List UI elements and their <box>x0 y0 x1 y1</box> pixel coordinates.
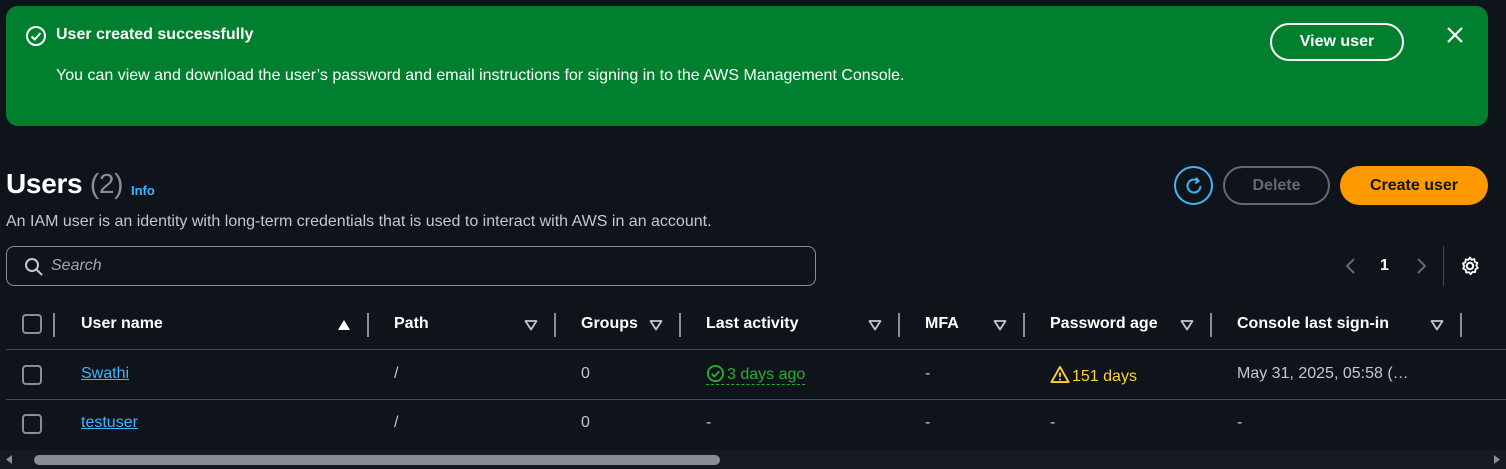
pagination-divider <box>1443 246 1444 286</box>
column-header-user-name[interactable]: User name <box>81 315 261 333</box>
check-circle-icon <box>706 364 725 383</box>
last-activity-cell: 3 days ago <box>706 364 806 385</box>
password-age-cell: - <box>1050 414 1056 431</box>
success-flash-banner: User created successfully You can view a… <box>6 6 1488 126</box>
column-separator <box>679 313 681 337</box>
gear-icon[interactable] <box>1459 255 1481 277</box>
caret-down-icon[interactable] <box>1430 319 1444 331</box>
column-separator <box>1460 313 1462 337</box>
close-icon[interactable] <box>1444 24 1466 46</box>
column-header-last-activity[interactable]: Last activity <box>706 315 856 333</box>
user-name-cell: Swathi <box>81 365 129 383</box>
check-circle-icon <box>26 26 46 46</box>
page-description: An IAM user is an identity with long-ter… <box>6 213 712 230</box>
refresh-button[interactable] <box>1174 166 1213 205</box>
current-page-number[interactable]: 1 <box>1380 257 1389 275</box>
caret-down-icon[interactable] <box>868 319 882 331</box>
search-input[interactable] <box>51 253 801 279</box>
column-separator <box>1210 313 1212 337</box>
scrollbar-thumb[interactable] <box>34 455 720 465</box>
mfa-cell: - <box>925 414 931 431</box>
column-header-groups[interactable]: Groups <box>581 315 638 333</box>
column-separator <box>53 313 55 337</box>
user-count: (2) <box>89 168 124 199</box>
create-user-button[interactable]: Create user <box>1340 166 1488 205</box>
console-last-signin-cell: May 31, 2025, 05:58 (… <box>1237 365 1409 382</box>
table-row: testuser / 0 - - - - <box>6 400 1506 450</box>
table-header: User name Path Groups Last activity MFA … <box>6 300 1506 350</box>
table-row: Swathi / 0 3 days ago - 151 days May 31,… <box>6 350 1506 400</box>
row-checkbox[interactable] <box>22 414 42 434</box>
row-checkbox[interactable] <box>22 365 42 385</box>
groups-cell: 0 <box>581 365 590 382</box>
password-age-cell: 151 days <box>1050 365 1137 386</box>
column-separator <box>1023 313 1025 337</box>
last-activity-text: 3 days ago <box>727 366 806 383</box>
user-name-link[interactable]: Swathi <box>81 365 129 382</box>
path-cell: / <box>394 365 399 382</box>
password-age-text: 151 days <box>1072 368 1137 385</box>
page-title: Users (2) <box>6 168 123 200</box>
scroll-left-arrow-icon[interactable] <box>4 454 14 465</box>
caret-up-icon[interactable] <box>337 319 351 331</box>
mfa-cell: - <box>925 365 931 382</box>
scroll-right-arrow-icon[interactable] <box>1492 454 1502 465</box>
column-separator <box>554 313 556 337</box>
horizontal-scrollbar[interactable] <box>0 450 1506 469</box>
user-name-cell: testuser <box>81 414 138 432</box>
groups-cell: 0 <box>581 414 590 431</box>
caret-down-icon[interactable] <box>649 319 663 331</box>
column-header-password-age[interactable]: Password age <box>1050 315 1175 333</box>
last-activity-value[interactable]: 3 days ago <box>706 364 806 385</box>
view-user-button[interactable]: View user <box>1270 23 1404 61</box>
refresh-icon <box>1186 177 1202 194</box>
select-all-checkbox[interactable] <box>22 314 42 334</box>
last-activity-cell: - <box>706 414 712 431</box>
column-separator <box>367 313 369 337</box>
warning-icon <box>1050 365 1070 384</box>
user-name-link[interactable]: testuser <box>81 414 138 431</box>
info-link[interactable]: Info <box>131 183 155 198</box>
caret-down-icon[interactable] <box>993 319 1007 331</box>
column-separator <box>898 313 900 337</box>
search-box <box>6 246 816 286</box>
search-icon <box>25 258 43 276</box>
path-cell: / <box>394 414 399 431</box>
caret-down-icon[interactable] <box>524 319 538 331</box>
flash-message: You can view and download the user’s pas… <box>56 67 905 84</box>
column-header-console-last-signin[interactable]: Console last sign-in <box>1237 315 1417 333</box>
column-header-mfa[interactable]: MFA <box>925 315 985 333</box>
flash-title: User created successfully <box>56 26 254 43</box>
caret-down-icon[interactable] <box>1180 319 1194 331</box>
page-title-text: Users <box>6 168 83 199</box>
column-header-path[interactable]: Path <box>394 315 494 333</box>
chevron-left-icon[interactable] <box>1342 256 1360 276</box>
chevron-right-icon[interactable] <box>1412 256 1430 276</box>
delete-button[interactable]: Delete <box>1223 166 1330 205</box>
console-last-signin-cell: - <box>1237 414 1243 431</box>
